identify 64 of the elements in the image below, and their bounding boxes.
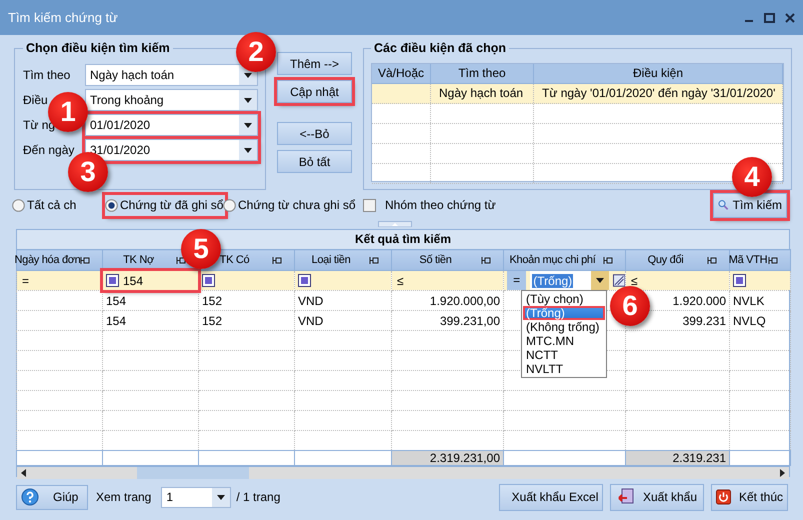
group-title: Chọn điều kiện tìm kiếm — [25, 41, 171, 55]
filter-value[interactable]: 154 — [123, 274, 144, 288]
total-cell: 2.319.231,00 — [430, 452, 500, 464]
action-button[interactable]: Thêm --> — [277, 52, 352, 75]
to-date-picker[interactable]: 31/01/2020 — [85, 139, 258, 161]
filter-cell[interactable]: ≤ — [626, 271, 729, 290]
table-cell: Ngày hạch toán — [439, 86, 524, 100]
action-button[interactable]: Cập nhật — [277, 80, 352, 103]
filter-cell[interactable]: = — [17, 271, 102, 290]
field-label: Tìm theo — [23, 68, 72, 82]
from-date-picker[interactable]: 01/01/2020 — [85, 114, 258, 136]
dropdown-option[interactable]: (Không trống) — [523, 320, 605, 334]
page-total: / 1 trang — [236, 490, 280, 504]
radio-option[interactable]: Chứng từ chưa ghi sổ — [223, 194, 358, 216]
filter-cell[interactable]: = (Trống) — [504, 271, 625, 290]
search-by-dropdown[interactable]: Ngày hạch toán — [85, 64, 258, 86]
checkbox[interactable]: Nhóm theo chứng từ — [363, 198, 496, 212]
condition-dropdown[interactable]: Trong khoảng — [85, 89, 258, 111]
callout-marker: 2 — [236, 32, 276, 72]
table-cell: 399.231 — [682, 314, 726, 328]
filter-cell[interactable]: ≤ — [392, 271, 503, 290]
table-cell: 154 — [106, 294, 126, 308]
page-dropdown[interactable]: 1 — [161, 486, 232, 508]
page-label: Xem trang — [96, 490, 152, 504]
exit-button[interactable]: Kết thúc — [711, 484, 788, 510]
table-cell: VND — [298, 294, 324, 308]
dropdown-option[interactable]: (Trống) — [523, 306, 605, 320]
column-header[interactable]: Số tiền — [419, 254, 452, 266]
column-header[interactable]: TK Có — [220, 254, 250, 266]
table-cell: NVLQ — [733, 314, 766, 328]
table-cell: 152 — [202, 294, 222, 308]
table-cell: 152 — [202, 314, 222, 328]
operator-symbol[interactable]: = — [507, 271, 526, 290]
total-cell: 2.319.231 — [672, 452, 726, 464]
table-cell: 399.231,00 — [440, 314, 500, 328]
action-button[interactable]: Bỏ tất — [277, 150, 352, 173]
dropdown-option[interactable]: NVLTT — [523, 362, 605, 376]
table-cell: NVLK — [733, 294, 764, 308]
table-cell: 154 — [106, 314, 126, 328]
filter-cell[interactable]: 154 — [103, 271, 198, 290]
dropdown-option[interactable]: NCTT — [523, 348, 605, 362]
operator-symbol[interactable]: ≤ — [629, 274, 640, 288]
radio-option[interactable]: Chứng từ đã ghi sổ — [105, 194, 226, 216]
column-header[interactable]: Quy đổi — [648, 254, 684, 266]
export-excel-button[interactable]: Xuất khẩu Excel — [499, 484, 603, 510]
table-cell: Từ ngày '01/01/2020' đến ngày '31/01/2020' — [542, 86, 776, 100]
table-cell: VND — [298, 314, 324, 328]
column-header: Điều kiện — [534, 64, 783, 83]
column-header[interactable]: TK Nợ — [123, 254, 154, 266]
filter-dropdown[interactable]: (Trống) — [530, 271, 609, 290]
operator-symbol[interactable]: = — [20, 274, 32, 288]
operator-symbol[interactable]: ≤ — [395, 274, 406, 288]
column-header: Tìm theo — [431, 64, 534, 83]
group-title: Các điều kiện đã chọn — [373, 41, 507, 55]
table-cell: 1.920.000 — [672, 294, 726, 308]
condition-row[interactable]: Ngày hạch toán Từ ngày '01/01/2020' đến ngày '31/01/2020' — [372, 84, 783, 104]
radio-option[interactable]: Tất cả ch — [12, 194, 78, 216]
column-header: Và/Hoặc — [372, 64, 431, 83]
window-title: Tìm kiếm chứng từ — [8, 10, 119, 25]
help-button[interactable]: Giúp — [16, 484, 88, 510]
table-cell: 1.920.000,00 — [430, 294, 500, 308]
export-button[interactable]: Xuất khẩu — [610, 484, 704, 510]
field-label: Điều — [23, 93, 49, 107]
action-button[interactable]: <--Bỏ — [277, 122, 352, 145]
